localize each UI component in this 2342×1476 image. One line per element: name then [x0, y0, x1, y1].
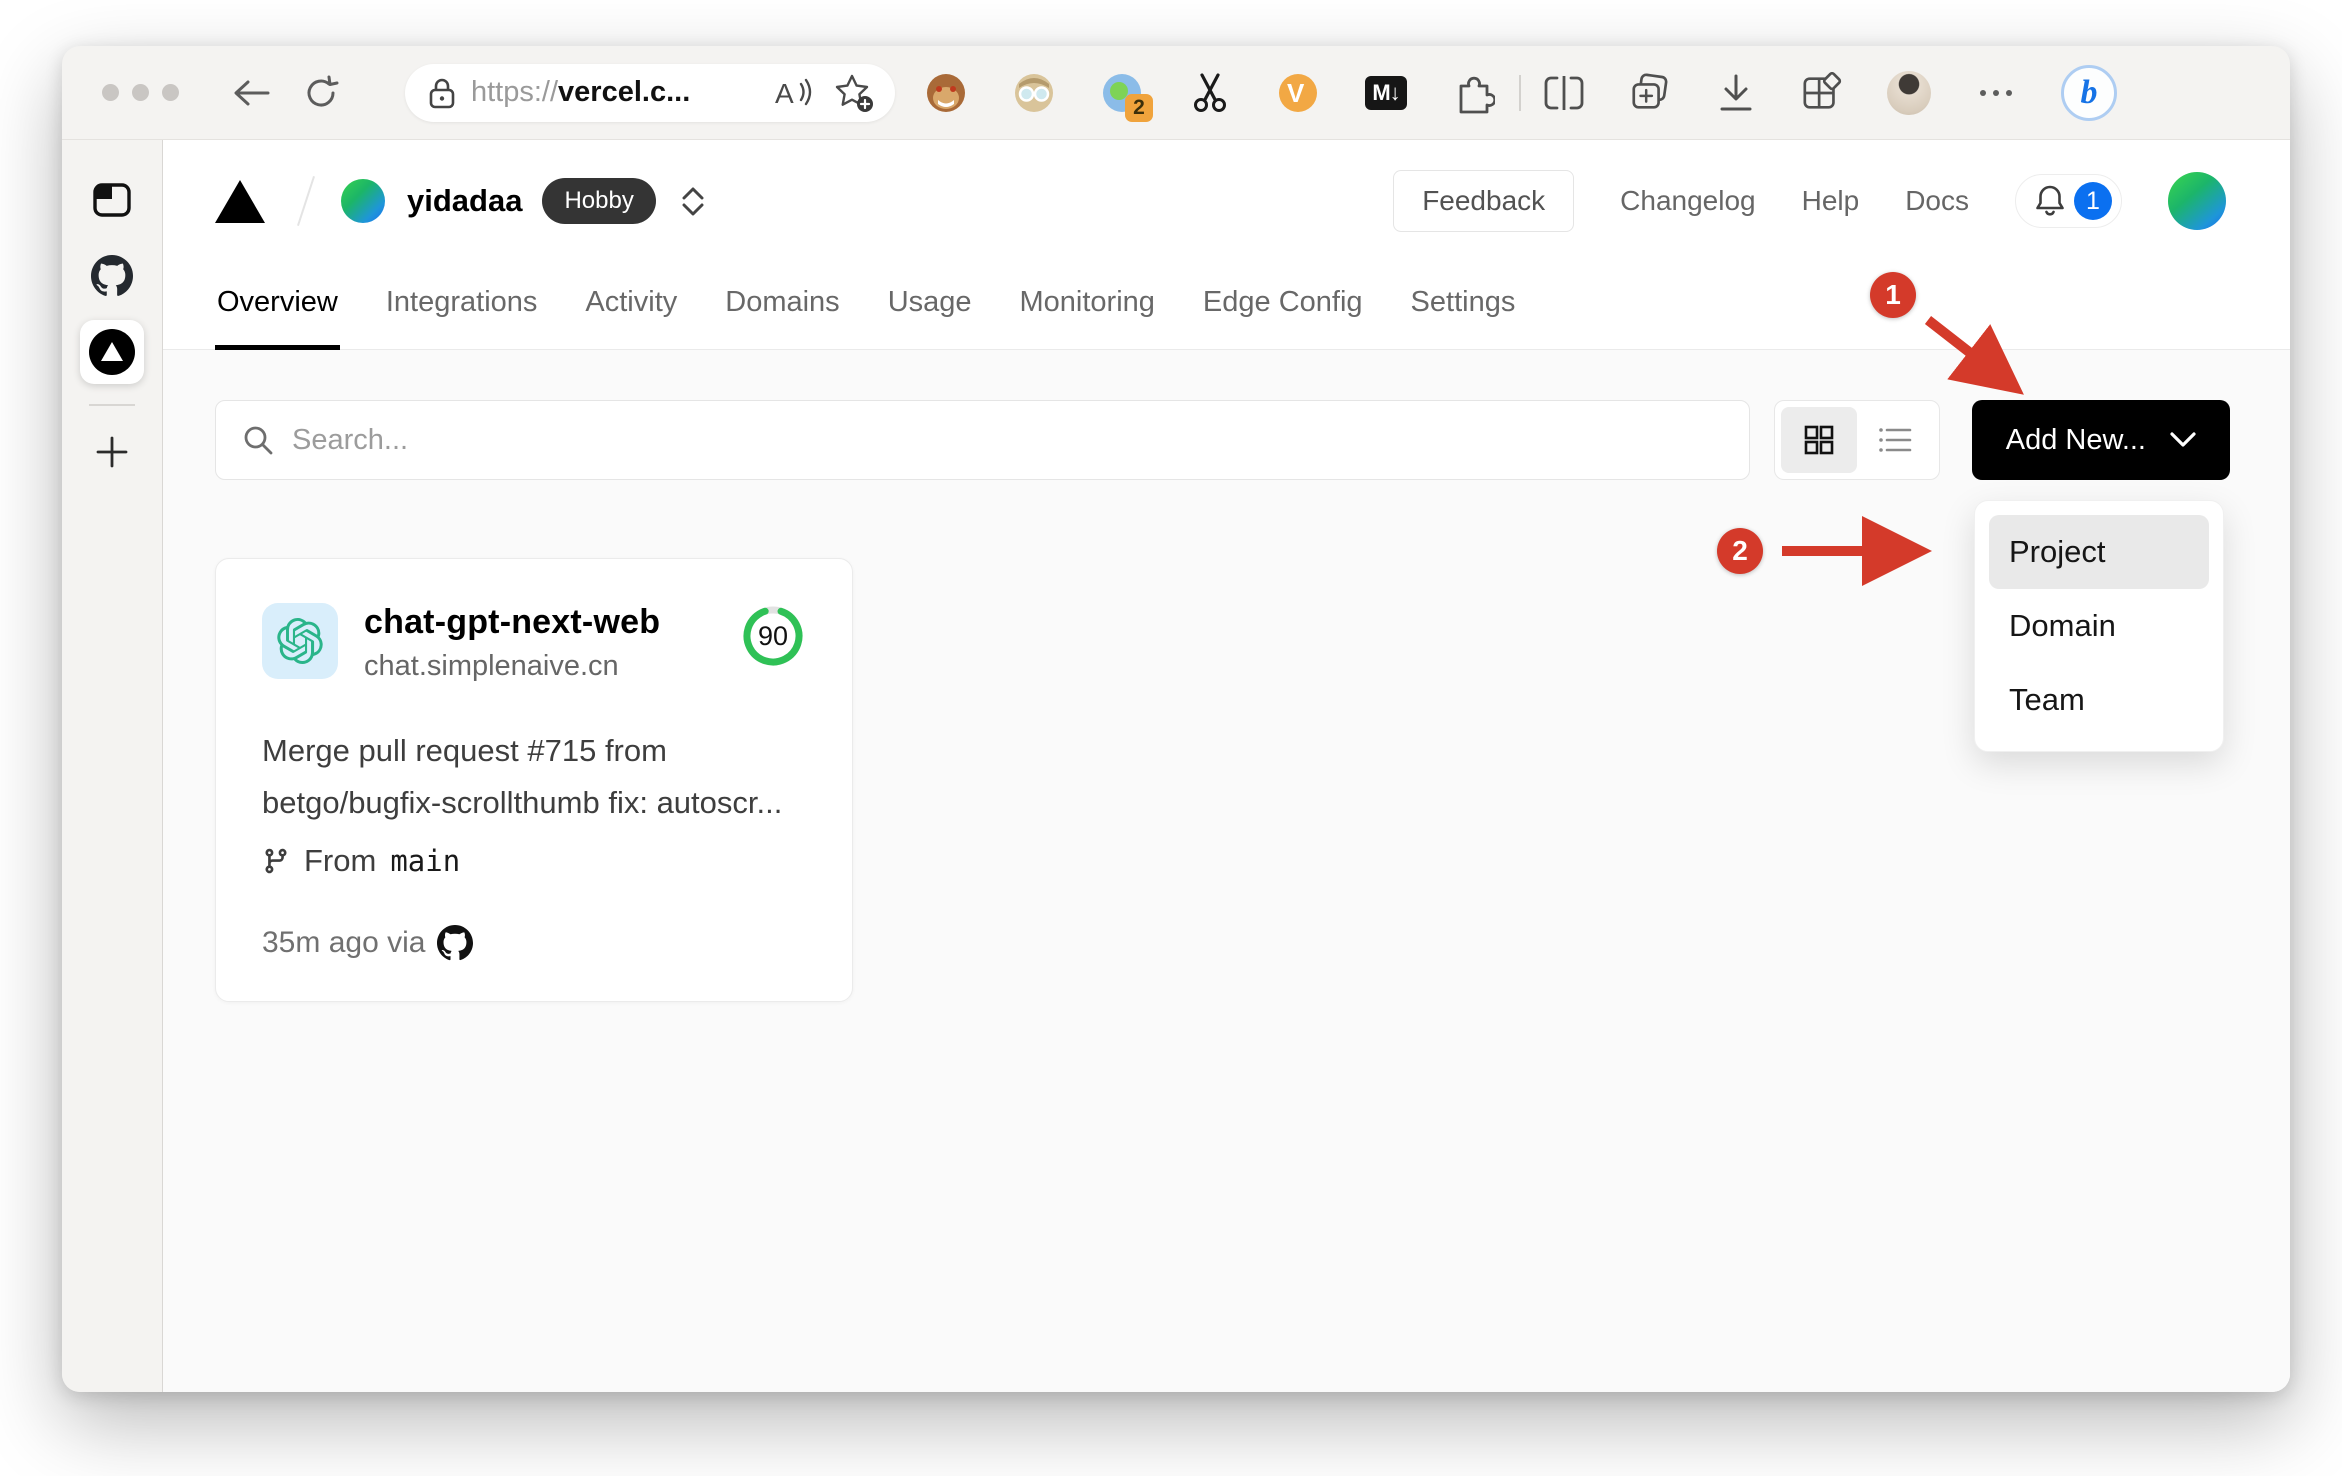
- branch-prefix: From: [304, 843, 377, 878]
- browser-profile-avatar[interactable]: [1887, 70, 1931, 115]
- extensions-puzzle-icon[interactable]: [1453, 72, 1495, 114]
- grid-view-button[interactable]: [1780, 407, 1857, 473]
- tab-actions-button[interactable]: [80, 168, 144, 232]
- tab-settings[interactable]: Settings: [1409, 286, 1518, 349]
- plan-badge: Hobby: [542, 178, 656, 224]
- video-helper-extension-icon[interactable]: V: [1277, 72, 1319, 114]
- notification-count-badge: 1: [2074, 182, 2112, 220]
- github-icon: [91, 255, 133, 296]
- openai-icon: [277, 618, 323, 664]
- dashboard-content: Add New...: [163, 350, 2290, 1392]
- feedback-button[interactable]: Feedback: [1393, 170, 1575, 232]
- search-box: [215, 400, 1750, 480]
- tab-domains[interactable]: Domains: [723, 286, 841, 349]
- github-source-icon: [437, 925, 474, 961]
- tab-usage[interactable]: Usage: [886, 286, 974, 349]
- breadcrumb-slash: [297, 175, 315, 227]
- vercel-tab-icon: [89, 329, 135, 375]
- markdown-download-extension-icon[interactable]: M↓: [1365, 72, 1407, 114]
- project-card[interactable]: chat-gpt-next-web chat.simplenaive.cn 90…: [215, 558, 853, 1002]
- dropdown-item-project[interactable]: Project: [1989, 515, 2209, 589]
- extension-badge: 2: [1125, 93, 1153, 122]
- dropdown-item-domain[interactable]: Domain: [1989, 589, 2209, 663]
- search-input[interactable]: [292, 423, 1725, 457]
- url-text: https://vercel.c...: [471, 76, 691, 108]
- bell-icon: [2036, 185, 2064, 216]
- tab-integrations[interactable]: Integrations: [384, 286, 540, 349]
- proxy-extension-icon[interactable]: 2: [1101, 72, 1153, 122]
- view-toggle: [1773, 400, 1940, 480]
- lock-icon: [429, 78, 455, 108]
- dropdown-item-team[interactable]: Team: [1989, 663, 2209, 737]
- changelog-link[interactable]: Changelog: [1620, 185, 1755, 217]
- list-view-icon: [1878, 428, 1912, 452]
- address-bar[interactable]: https://vercel.c... A: [405, 63, 895, 122]
- branch-name: main: [390, 844, 461, 878]
- new-tab-button[interactable]: [80, 420, 144, 484]
- team-avatar[interactable]: [341, 179, 385, 223]
- minimize-window-button[interactable]: [132, 84, 149, 101]
- team-switcher-button[interactable]: [682, 187, 704, 216]
- close-window-button[interactable]: [102, 84, 119, 101]
- browser-tab-vercel-active[interactable]: [80, 320, 144, 384]
- apps-layout-icon[interactable]: [1801, 71, 1843, 114]
- plus-icon: [96, 436, 128, 468]
- toolbar-right-row: b: [1543, 64, 2117, 121]
- avatar-extension-icon[interactable]: [1013, 72, 1055, 114]
- vercel-header: yidadaa Hobby Feedback Changelog Help Do…: [163, 140, 2290, 262]
- tab-pane-icon: [93, 183, 131, 217]
- dashboard-tabbar: Overview Integrations Activity Domains U…: [163, 262, 2290, 350]
- back-arrow-icon: [234, 80, 270, 105]
- toolbar-divider: [1519, 74, 1521, 111]
- tab-activity[interactable]: Activity: [583, 286, 679, 349]
- grid-view-icon: [1804, 425, 1834, 455]
- svg-text:V: V: [1287, 78, 1305, 108]
- chevron-down-icon: [2170, 432, 2196, 447]
- team-name: yidadaa: [407, 183, 523, 218]
- vercel-logo[interactable]: [215, 179, 265, 223]
- extension-row: 2 V M↓: [925, 72, 1495, 122]
- back-button[interactable]: [231, 73, 271, 113]
- scissors-extension-icon[interactable]: [1189, 72, 1231, 114]
- browser-window: https://vercel.c... A 2 V M↓ b yidadaa H…: [62, 46, 2290, 1392]
- user-avatar[interactable]: [2168, 172, 2226, 230]
- project-domain[interactable]: chat.simplenaive.cn: [364, 650, 660, 683]
- read-aloud-icon[interactable]: A: [773, 76, 813, 110]
- latest-commit-message: Merge pull request #715 from betgo/bugfi…: [262, 733, 783, 820]
- vercel-dashboard-page: yidadaa Hobby Feedback Changelog Help Do…: [163, 140, 2290, 1392]
- docs-link[interactable]: Docs: [1905, 185, 1969, 217]
- traffic-lights: [102, 84, 179, 101]
- speed-score-ring[interactable]: 90: [740, 603, 806, 669]
- add-new-button[interactable]: Add New...: [1971, 400, 2230, 480]
- split-screen-icon[interactable]: [1543, 72, 1585, 114]
- tampermonkey-extension-icon[interactable]: [925, 72, 967, 114]
- list-view-button[interactable]: [1857, 407, 1933, 473]
- vertical-tab-divider: [89, 404, 135, 406]
- help-link[interactable]: Help: [1802, 185, 1860, 217]
- browser-tab-github[interactable]: [80, 244, 144, 308]
- tab-monitoring[interactable]: Monitoring: [1018, 286, 1157, 349]
- add-new-dropdown: Project Domain Team: [1974, 500, 2224, 752]
- zoom-window-button[interactable]: [162, 84, 179, 101]
- project-name[interactable]: chat-gpt-next-web: [364, 603, 660, 642]
- deploy-meta: 35m ago via: [262, 926, 426, 959]
- svg-text:A: A: [775, 78, 794, 109]
- reload-button[interactable]: [301, 73, 341, 113]
- bing-chat-icon[interactable]: b: [2061, 64, 2117, 121]
- search-icon: [244, 426, 273, 455]
- notifications-button[interactable]: 1: [2015, 174, 2122, 228]
- collections-icon[interactable]: [1629, 72, 1671, 114]
- git-branch-icon: [265, 848, 287, 874]
- project-tile: [262, 603, 338, 679]
- tab-edge-config[interactable]: Edge Config: [1201, 286, 1365, 349]
- favorites-star-icon[interactable]: [833, 73, 875, 113]
- speed-score-value: 90: [757, 620, 789, 651]
- browser-vertical-tabbar: [62, 140, 163, 1392]
- browser-toolbar: https://vercel.c... A 2 V M↓ b: [62, 46, 2290, 140]
- tab-overview[interactable]: Overview: [215, 286, 340, 350]
- downloads-icon[interactable]: [1715, 72, 1757, 114]
- browser-menu-icon[interactable]: [1975, 72, 2017, 114]
- reload-icon: [307, 75, 339, 106]
